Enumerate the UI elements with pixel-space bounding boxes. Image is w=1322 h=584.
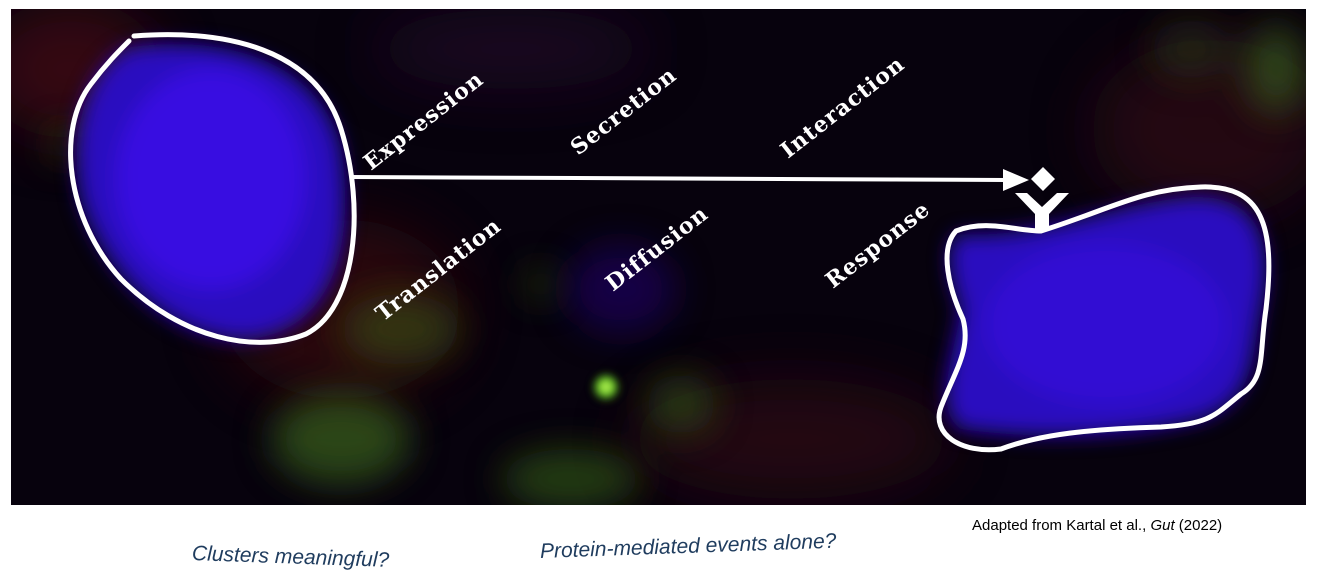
- citation-year: (2022): [1174, 517, 1223, 534]
- question-protein-events: Protein-mediated events alone?: [539, 529, 837, 563]
- citation-prefix: Adapted from Kartal et al.,: [972, 517, 1151, 534]
- citation: Adapted from Kartal et al., Gut (2022): [972, 517, 1222, 534]
- micrograph-image: Expression Secretion Interaction Transla…: [11, 9, 1306, 505]
- green-dot: [591, 372, 621, 402]
- question-clusters: Clusters meaningful?: [191, 542, 390, 572]
- citation-journal: Gut: [1150, 517, 1175, 534]
